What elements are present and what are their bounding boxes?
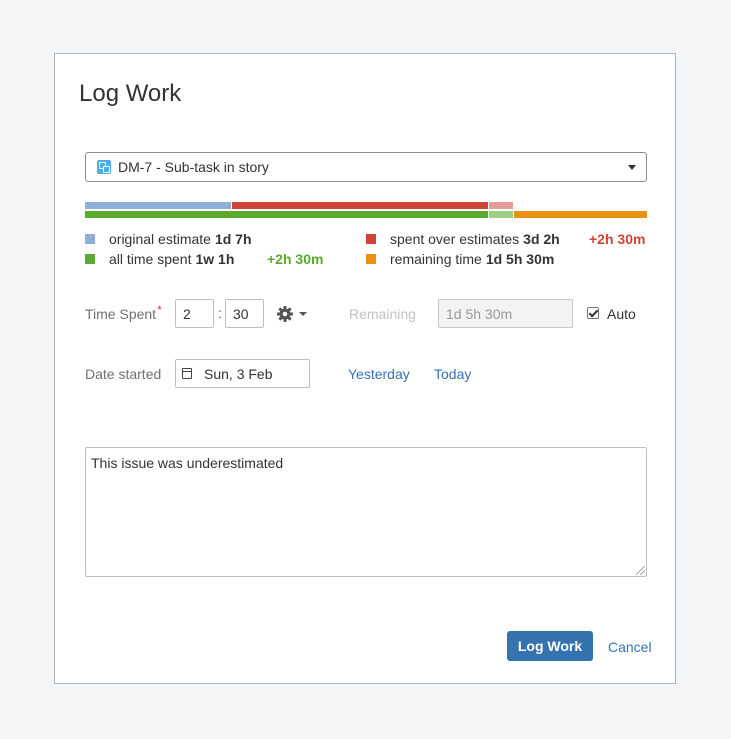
legend-value: 1w 1h (195, 251, 235, 267)
chevron-down-icon (299, 312, 307, 316)
legend-value: 3d 2h (523, 231, 560, 247)
spent-over-bar (232, 202, 488, 209)
time-separator: : (218, 305, 222, 321)
legend-remaining-time: remaining time 1d 5h 30m (366, 251, 554, 267)
all-time-spent-bar (85, 211, 488, 218)
legend-label: original estimate (109, 231, 211, 247)
gear-icon[interactable] (276, 305, 298, 323)
legend-swatch (366, 234, 376, 244)
comment-text: This issue was underestimated (91, 455, 284, 471)
dialog-title: Log Work (79, 80, 182, 107)
all-time-extra-bar (489, 211, 513, 218)
comment-textarea[interactable]: This issue was underestimated (85, 447, 647, 577)
date-started-label: Date started (85, 366, 162, 382)
all-time-delta: +2h 30m (267, 251, 324, 267)
remaining-input: 1d 5h 30m (438, 299, 573, 328)
date-started-value: Sun, 3 Feb (204, 366, 273, 382)
legend-label: all time spent (109, 251, 192, 267)
legend-swatch (366, 254, 376, 264)
cancel-link[interactable]: Cancel (608, 639, 652, 655)
issue-select-value: DM-7 - Sub-task in story (118, 159, 269, 175)
calendar-icon[interactable] (182, 368, 192, 379)
minutes-input[interactable]: 30 (225, 299, 264, 328)
auto-checkbox[interactable] (587, 307, 599, 319)
yesterday-link[interactable]: Yesterday (348, 366, 410, 382)
legend-all-time-spent: all time spent 1w 1h (85, 251, 234, 267)
auto-label: Auto (607, 306, 636, 322)
legend-swatch (85, 254, 95, 264)
time-spent-label: Time Spent* (85, 303, 162, 322)
log-work-dialog: Log Work DM-7 - Sub-task in story origin… (54, 53, 676, 684)
legend-label: spent over estimates (390, 231, 520, 247)
legend-value: 1d 7h (214, 231, 252, 247)
today-link[interactable]: Today (434, 366, 471, 382)
chevron-down-icon (628, 165, 636, 170)
legend-spent-over: spent over estimates 3d 2h (366, 231, 560, 247)
time-tracking-bars (85, 202, 647, 219)
legend-original-estimate: original estimate 1d 7h (85, 231, 252, 247)
legend-swatch (85, 234, 95, 244)
remaining-time-bar (514, 211, 647, 218)
spent-over-extra-bar (489, 202, 513, 209)
issue-select[interactable]: DM-7 - Sub-task in story (85, 152, 647, 182)
legend-value: 1d 5h 30m (485, 251, 555, 267)
original-estimate-bar (85, 202, 231, 209)
log-work-button[interactable]: Log Work (507, 631, 593, 661)
required-marker: * (157, 303, 162, 317)
resize-handle[interactable] (636, 566, 645, 575)
spent-over-delta: +2h 30m (589, 231, 646, 247)
time-spent-label-text: Time Spent (85, 306, 157, 322)
date-started-input[interactable]: Sun, 3 Feb (175, 359, 310, 388)
legend-label: remaining time (390, 251, 482, 267)
subtask-icon (97, 160, 111, 174)
remaining-label: Remaining (349, 306, 416, 322)
hours-input[interactable]: 2 (175, 299, 214, 328)
